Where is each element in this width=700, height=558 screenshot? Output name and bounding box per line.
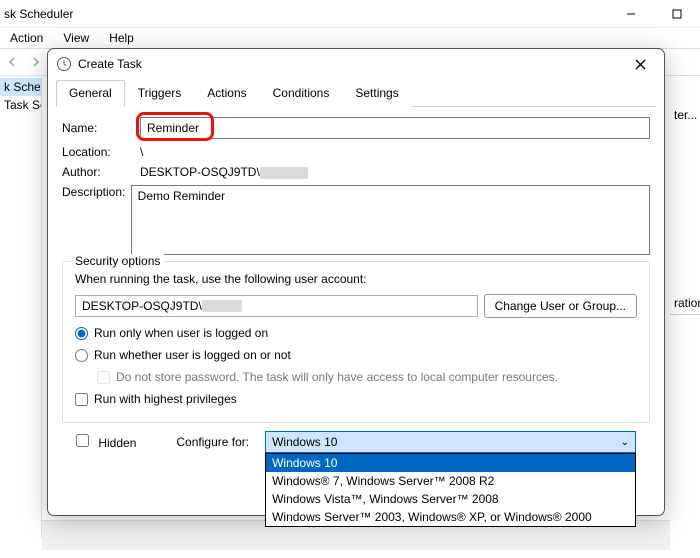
configure-for-combo[interactable]: Windows 10 ⌄ <box>265 431 636 453</box>
tree-item-library[interactable]: Task Sc <box>0 96 41 114</box>
checkbox-hidden-input[interactable] <box>76 434 89 447</box>
label-name: Name: <box>62 121 140 135</box>
label-author: Author: <box>62 165 140 179</box>
label-configure-for: Configure for: <box>176 435 249 449</box>
menu-action[interactable]: Action <box>0 29 53 47</box>
checkbox-highest[interactable]: Run with highest privileges <box>75 392 637 406</box>
close-button[interactable] <box>624 50 656 78</box>
option-win10[interactable]: Windows 10 <box>266 454 635 472</box>
tab-triggers[interactable]: Triggers <box>125 80 195 107</box>
maximize-button[interactable] <box>654 0 700 28</box>
actions-trail: ter... <box>670 78 700 122</box>
option-vista[interactable]: Windows Vista™, Windows Server™ 2008 <box>266 490 635 508</box>
checkbox-hidden[interactable]: Hidden <box>76 434 136 450</box>
location-value: \ <box>140 145 143 159</box>
tab-general[interactable]: General <box>56 80 125 107</box>
label-description: Description: <box>62 185 131 199</box>
label-location: Location: <box>62 145 140 159</box>
user-account-display: DESKTOP-OSQJ9TD\ <box>75 295 478 317</box>
radio-anytime[interactable]: Run whether user is logged on or not <box>75 348 637 362</box>
clock-icon <box>56 56 72 72</box>
checkbox-highest-input[interactable] <box>75 393 88 406</box>
option-win7[interactable]: Windows® 7, Windows Server™ 2008 R2 <box>266 472 635 490</box>
toolbar-back-icon[interactable] <box>2 52 22 72</box>
tab-settings[interactable]: Settings <box>342 80 411 107</box>
radio-anytime-input[interactable] <box>75 349 88 362</box>
dialog-title: Create Task <box>78 57 142 71</box>
minimize-button[interactable] <box>608 0 654 28</box>
radio-logged-on[interactable]: Run only when user is logged on <box>75 326 637 340</box>
tab-conditions[interactable]: Conditions <box>260 80 343 107</box>
checkbox-no-store-input <box>97 371 110 384</box>
tab-actions[interactable]: Actions <box>194 80 259 107</box>
menu-view[interactable]: View <box>53 29 99 47</box>
actions-section: ration <box>670 292 700 315</box>
radio-logged-on-input[interactable] <box>75 327 88 340</box>
checkbox-no-store: Do not store password. The task will onl… <box>97 370 637 384</box>
configure-for-dropdown: Windows 10 Windows® 7, Windows Server™ 2… <box>265 453 636 527</box>
author-value: DESKTOP-OSQJ9TD\ <box>140 165 308 179</box>
description-input[interactable]: Demo Reminder <box>131 185 650 255</box>
change-user-button[interactable]: Change User or Group... <box>484 294 637 318</box>
tree-pane: k Sched Task Sc <box>0 78 42 538</box>
option-2003[interactable]: Windows Server™ 2003, Windows® XP, or Wi… <box>266 508 635 526</box>
create-task-dialog: Create Task General Triggers Actions Con… <box>47 48 665 516</box>
main-window-title: sk Scheduler <box>4 7 73 21</box>
chevron-down-icon: ⌄ <box>621 437 629 448</box>
name-input[interactable] <box>140 117 650 139</box>
menu-bar: Action View Help <box>0 28 700 48</box>
tree-item-root[interactable]: k Sched <box>0 78 41 96</box>
user-account-label: When running the task, use the following… <box>75 272 637 286</box>
toolbar-forward-icon[interactable] <box>26 52 46 72</box>
security-legend: Security options <box>71 254 164 268</box>
actions-pane: ter... ration <box>670 78 700 538</box>
menu-help[interactable]: Help <box>99 29 144 47</box>
